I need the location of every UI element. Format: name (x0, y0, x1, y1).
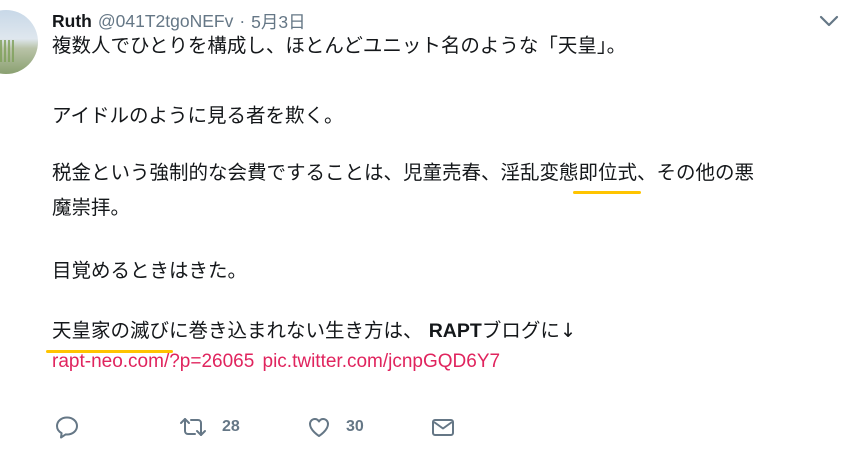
direct-message-button[interactable] (430, 414, 456, 440)
retweet-count: 28 (222, 418, 240, 435)
heart-icon (306, 414, 332, 440)
retweet-button[interactable]: 28 (178, 414, 240, 440)
tweet-date[interactable]: 5月3日 (251, 9, 305, 34)
like-count: 30 (346, 418, 364, 435)
retweet-arrows-icon (178, 414, 208, 440)
author-handle[interactable]: @041T2tgoNEFv (98, 11, 233, 32)
meta-separator: · (239, 10, 246, 31)
tweet-text-line-6: 天皇家の滅び に巻き込まれない生き方は、 RAPTブログに↓ (46, 318, 577, 353)
more-options-chevron-icon[interactable] (818, 12, 840, 30)
tweet-text-segment: ブログに↓ (481, 319, 577, 342)
reply-button[interactable] (54, 414, 80, 440)
tweet-links-line: rapt-neo.com/?p=26065 pic.twitter.com/jc… (52, 348, 500, 375)
tweet-text-segment: 、その他の悪 (637, 161, 755, 184)
avatar-image (0, 40, 14, 62)
highlighted-text: 即位式 (578, 161, 638, 184)
highlighted-phrase-sokuishiki: 即位式 (572, 160, 642, 194)
highlighted-phrase-tennouke: 天皇家の滅び (46, 318, 174, 353)
avatar[interactable] (0, 10, 38, 74)
tweet-text-segment: に巻き込まれない生き方は、 (169, 319, 429, 342)
rapt-blog-link[interactable]: rapt-neo.com/?p=26065 (52, 351, 254, 372)
author-name[interactable]: Ruth (52, 11, 92, 32)
tweet-text-bold: RAPT (428, 320, 482, 342)
envelope-icon (430, 414, 456, 440)
tweet-text-line-2: アイドルのように見る者を欺く。 (52, 104, 344, 127)
highlighted-text: 天皇家の滅び (52, 319, 170, 342)
highlight-underline (572, 191, 642, 194)
tweet-text-line-5: 目覚めるときはきた。 (52, 259, 248, 282)
tweet-text-segment: 税金という強制的な会費ですることは、児童売春、淫乱変態 (52, 161, 579, 184)
tweet-text-line-4: 魔崇拝。 (52, 196, 131, 219)
speech-bubble-icon (54, 414, 80, 440)
like-button[interactable]: 30 (306, 414, 364, 440)
tweet-text-line-1: 複数人でひとりを構成し、ほとんどユニット名のような「天皇」。 (52, 34, 627, 57)
tweet-header: Ruth @041T2tgoNEFv · 5月3日 (52, 8, 306, 34)
pic-twitter-link[interactable]: pic.twitter.com/jcnpGQD6Y7 (263, 351, 501, 372)
tweet-text-line-3: 税金という強制的な会費ですることは、児童売春、淫乱変態即位式 、その他の悪 (52, 160, 755, 194)
